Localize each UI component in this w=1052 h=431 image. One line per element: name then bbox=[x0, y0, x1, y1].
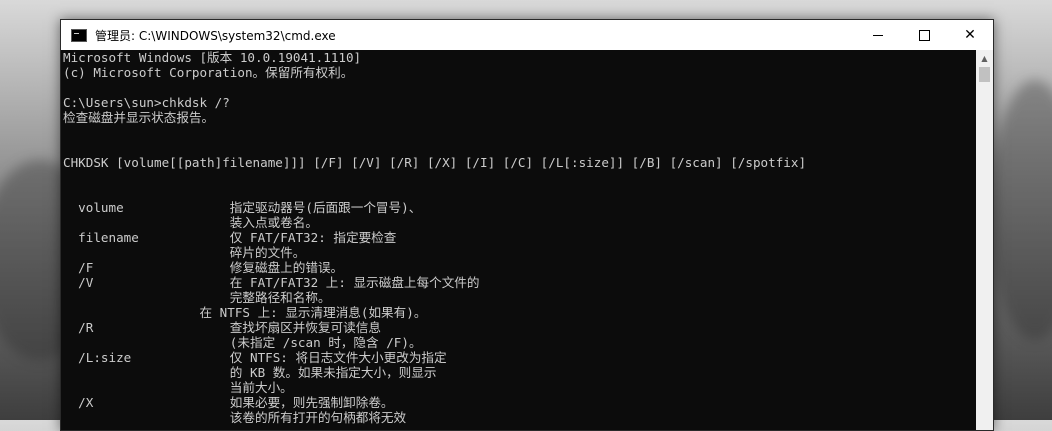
console-line: 的 KB 数。如果未指定大小，则显示 bbox=[63, 365, 437, 380]
console-line: /R 查找坏扇区并恢复可读信息 bbox=[63, 320, 381, 335]
cmd-window[interactable]: 管理员: C:\WINDOWS\system32\cmd.exe ✕ Micro… bbox=[60, 19, 994, 431]
window-title: 管理员: C:\WINDOWS\system32\cmd.exe bbox=[95, 28, 336, 43]
console-line: 当前大小。 bbox=[63, 380, 293, 395]
scroll-up-arrow-icon[interactable]: ▲ bbox=[976, 50, 993, 67]
console-output[interactable]: Microsoft Windows [版本 10.0.19041.1110] (c… bbox=[63, 50, 971, 430]
console-line: 检查磁盘并显示状态报告。 bbox=[63, 110, 215, 125]
background-tree bbox=[990, 80, 1052, 340]
title-bar[interactable]: 管理员: C:\WINDOWS\system32\cmd.exe ✕ bbox=[61, 20, 993, 50]
maximize-icon bbox=[918, 29, 930, 41]
minimize-icon bbox=[873, 34, 883, 36]
maximize-button[interactable] bbox=[901, 20, 947, 50]
close-button[interactable]: ✕ bbox=[947, 20, 993, 50]
console-line: /X 如果必要，则先强制卸除卷。 bbox=[63, 395, 394, 410]
window-controls: ✕ bbox=[855, 20, 993, 50]
console-line: 在 NTFS 上: 显示清理消息(如果有)。 bbox=[63, 305, 427, 320]
console-line: /F 修复磁盘上的错误。 bbox=[63, 260, 344, 275]
vertical-scrollbar[interactable]: ▲ bbox=[976, 50, 993, 430]
minimize-button[interactable] bbox=[855, 20, 901, 50]
console-line: 完整路径和名称。 bbox=[63, 290, 331, 305]
console-line: (c) Microsoft Corporation。保留所有权利。 bbox=[63, 65, 354, 80]
console-line: 该卷的所有打开的句柄都将无效 bbox=[63, 410, 407, 425]
close-icon: ✕ bbox=[964, 27, 976, 43]
cmd-app-icon bbox=[71, 28, 87, 42]
console-line: 碎片的文件。 bbox=[63, 245, 306, 260]
console-line: /V 在 FAT/FAT32 上: 显示磁盘上每个文件的 bbox=[63, 275, 480, 290]
console-line: CHKDSK [volume[[path]filename]]] [/F] [/… bbox=[63, 155, 807, 170]
console-line: 装入点或卷名。 bbox=[63, 215, 318, 230]
console-line: (未指定 /scan 时，隐含 /F)。 bbox=[63, 335, 422, 350]
console-line: volume 指定驱动器号(后面跟一个冒号)、 bbox=[63, 200, 422, 215]
console-line: C:\Users\sun>chkdsk /? bbox=[63, 95, 230, 110]
scroll-thumb[interactable] bbox=[979, 67, 990, 82]
console-line: filename 仅 FAT/FAT32: 指定要检查 bbox=[63, 230, 397, 245]
console-line: Microsoft Windows [版本 10.0.19041.1110] bbox=[63, 50, 362, 65]
console-line: /L:size 仅 NTFS: 将日志文件大小更改为指定 bbox=[63, 350, 447, 365]
